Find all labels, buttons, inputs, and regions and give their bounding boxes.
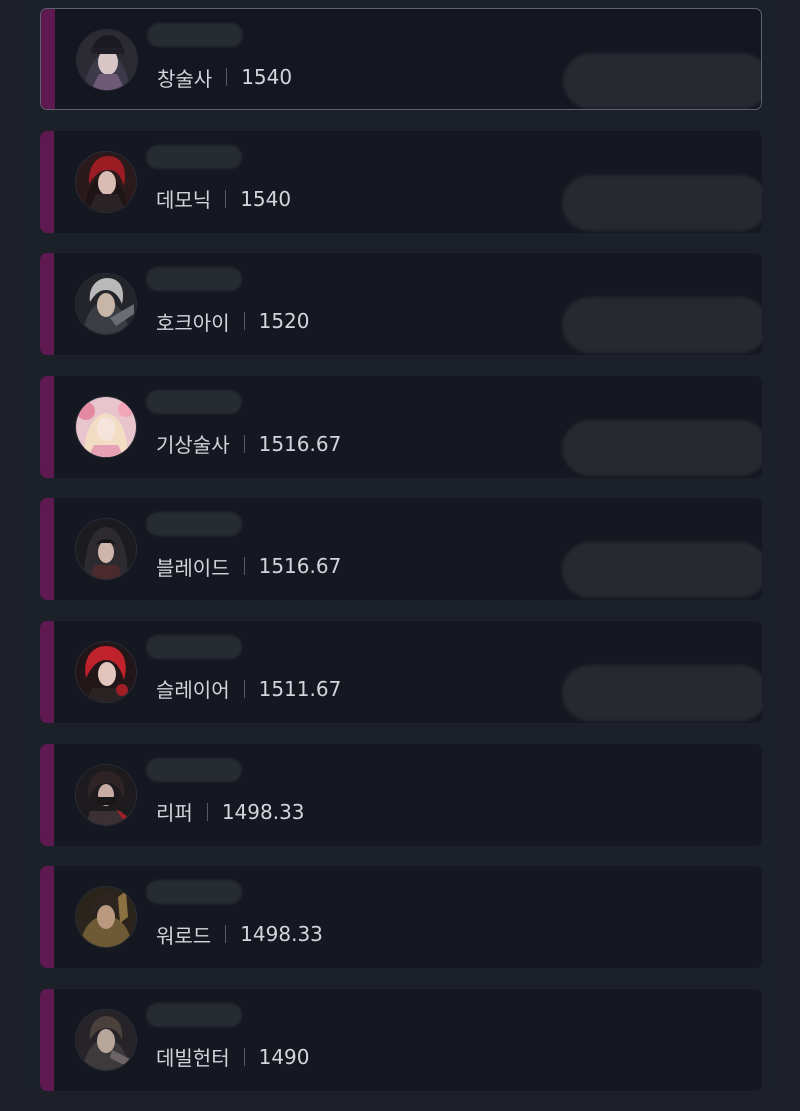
score-value: 1498.33 xyxy=(240,922,323,947)
divider xyxy=(206,802,208,821)
ranking-list: 창술사 1540 데모닉 1540 호크아이 1520 기상술사 1516.67… xyxy=(40,8,762,1111)
accent-bar xyxy=(41,9,55,109)
score-value: 1511.67 xyxy=(258,676,342,701)
divider xyxy=(243,312,245,331)
demonic-portrait-icon xyxy=(76,151,136,212)
class-score: 워로드 1498.33 xyxy=(156,920,323,948)
score-value: 1516.67 xyxy=(258,554,342,579)
class-label: 워로드 xyxy=(156,923,212,948)
player-name-redacted xyxy=(147,23,243,47)
player-name-redacted xyxy=(146,634,242,659)
accent-bar xyxy=(40,866,54,969)
redacted-area xyxy=(562,419,762,476)
player-name-redacted xyxy=(146,880,242,905)
player-name-redacted xyxy=(146,389,242,414)
class-label: 호크아이 xyxy=(156,310,230,335)
ranking-card[interactable]: 데모닉 1540 xyxy=(40,130,762,233)
accent-bar xyxy=(40,375,54,478)
ranking-card[interactable]: 슬레이어 1511.67 xyxy=(40,620,762,723)
player-name-redacted xyxy=(146,267,242,292)
class-label: 블레이드 xyxy=(156,555,230,580)
divider xyxy=(243,557,245,576)
avatar xyxy=(75,273,137,336)
redacted-area xyxy=(562,297,762,354)
avatar xyxy=(75,150,137,213)
divider xyxy=(226,68,228,86)
accent-bar xyxy=(40,743,54,846)
class-score: 블레이드 1516.67 xyxy=(156,552,341,580)
divider xyxy=(243,434,245,453)
redacted-area xyxy=(562,542,762,599)
accent-bar xyxy=(40,498,54,601)
class-label: 기상술사 xyxy=(156,433,230,458)
class-score: 데빌헌터 1490 xyxy=(156,1043,310,1071)
score-value: 1516.67 xyxy=(258,431,342,456)
score-value: 1498.33 xyxy=(221,799,305,824)
ranking-card[interactable]: 데빌헌터 1490 xyxy=(40,988,762,1091)
avatar xyxy=(76,29,138,91)
ranking-card[interactable]: 워로드 1498.33 xyxy=(40,866,762,969)
class-score: 호크아이 1520 xyxy=(156,307,310,335)
ranking-card[interactable]: 블레이드 1516.67 xyxy=(40,498,762,601)
player-name-redacted xyxy=(146,1002,242,1027)
accent-bar xyxy=(40,130,54,233)
devil-hunter-portrait-icon xyxy=(76,1009,136,1070)
score-value: 1540 xyxy=(241,65,293,89)
redacted-area xyxy=(562,664,762,721)
accent-bar xyxy=(40,988,54,1091)
avatar xyxy=(75,1008,137,1071)
avatar xyxy=(75,763,137,826)
class-score: 데모닉 1540 xyxy=(156,185,291,213)
accent-bar xyxy=(40,253,54,356)
class-score: 슬레이어 1511.67 xyxy=(156,675,341,703)
score-value: 1490 xyxy=(258,1044,310,1069)
player-name-redacted xyxy=(146,144,242,169)
score-value: 1520 xyxy=(258,309,310,334)
avatar xyxy=(75,886,137,949)
avatar xyxy=(75,640,137,703)
warlord-portrait-icon xyxy=(76,887,136,948)
divider xyxy=(225,189,227,208)
spear-master-portrait-icon xyxy=(77,30,137,90)
class-label: 데빌헌터 xyxy=(156,1046,230,1071)
avatar xyxy=(75,518,137,581)
divider xyxy=(243,679,245,698)
score-value: 1540 xyxy=(240,186,292,211)
class-label: 데모닉 xyxy=(156,188,212,213)
hawkeye-portrait-icon xyxy=(76,274,136,335)
avatar xyxy=(75,395,137,458)
class-score: 창술사 1540 xyxy=(157,63,292,91)
ranking-card[interactable]: 기상술사 1516.67 xyxy=(40,375,762,478)
class-score: 기상술사 1516.67 xyxy=(156,430,341,458)
ranking-card[interactable]: 리퍼 1498.33 xyxy=(40,743,762,846)
blade-portrait-icon xyxy=(76,519,136,580)
reaper-portrait-icon xyxy=(76,764,136,825)
redacted-area xyxy=(563,53,761,109)
divider xyxy=(225,925,227,944)
class-label: 창술사 xyxy=(157,66,213,91)
accent-bar xyxy=(40,620,54,723)
redacted-area xyxy=(562,174,762,231)
divider xyxy=(243,1047,245,1066)
class-score: 리퍼 1498.33 xyxy=(156,798,305,826)
ranking-card[interactable]: 창술사 1540 xyxy=(40,8,762,110)
ranking-page: 창술사 1540 데모닉 1540 호크아이 1520 기상술사 1516.67… xyxy=(0,0,800,1091)
slayer-portrait-icon xyxy=(76,641,136,702)
class-label: 리퍼 xyxy=(156,801,193,826)
player-name-redacted xyxy=(146,757,242,782)
class-label: 슬레이어 xyxy=(156,678,230,703)
ranking-card[interactable]: 호크아이 1520 xyxy=(40,253,762,356)
aeromancer-portrait-icon xyxy=(76,396,136,457)
player-name-redacted xyxy=(146,512,242,537)
